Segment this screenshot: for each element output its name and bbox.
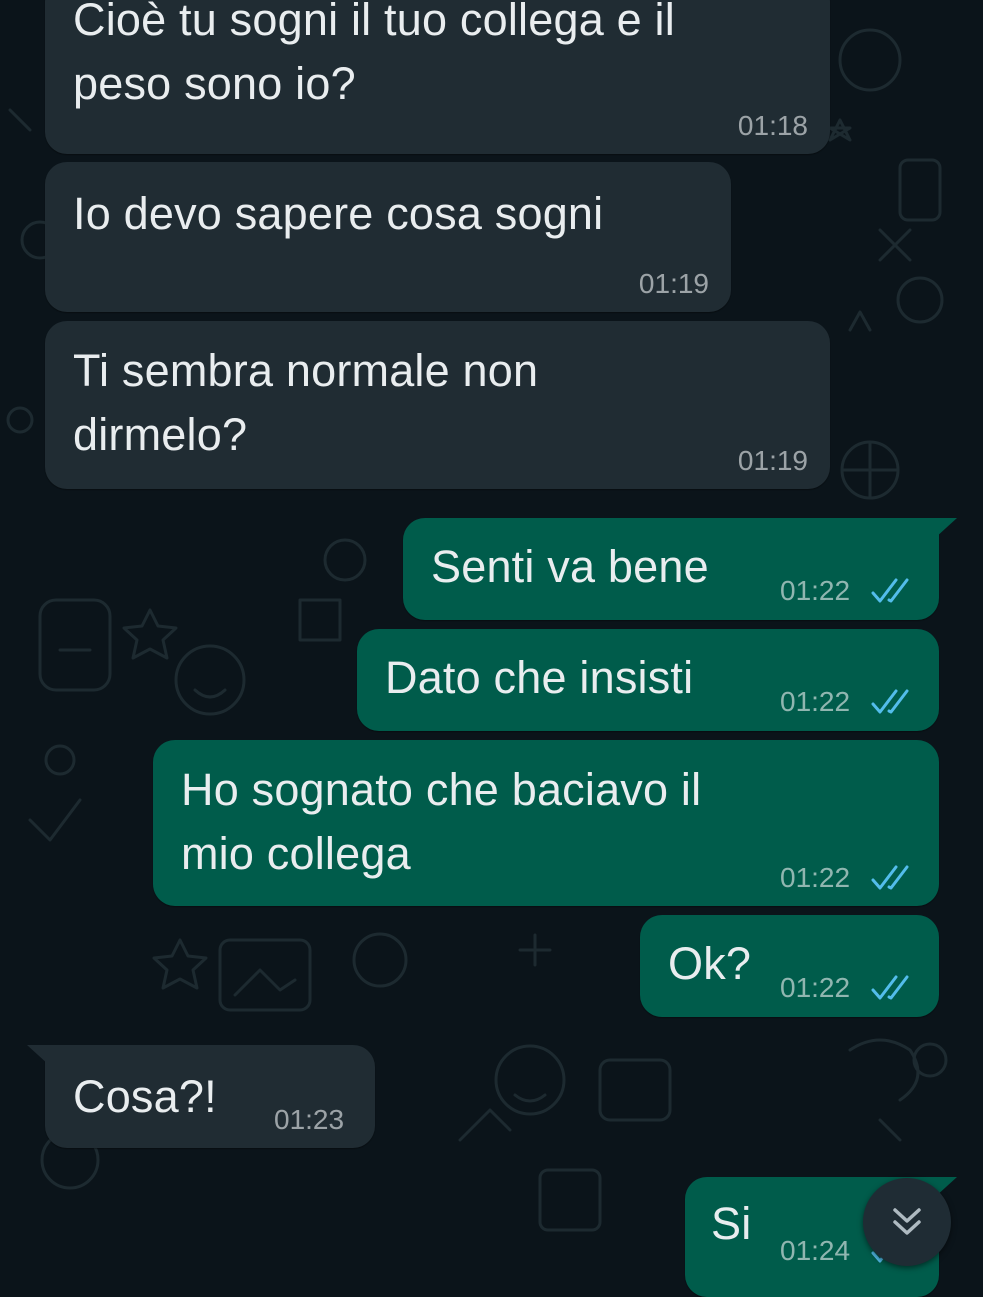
- message-text: Dato che insisti: [385, 652, 694, 703]
- read-receipt-icon: [871, 689, 909, 714]
- message-text: Cioè tu sogni il tuo collega e il: [73, 0, 675, 45]
- message-timestamp: 01:24: [780, 1235, 851, 1266]
- bubble-tail: [935, 518, 957, 538]
- message-timestamp: 01:22: [780, 862, 851, 893]
- message-text: dirmelo?: [73, 409, 248, 460]
- bubble-tail: [27, 1045, 49, 1065]
- message-bubble-outgoing[interactable]: Senti va bene 01:22: [403, 518, 957, 620]
- message-text: peso sono io?: [73, 58, 356, 109]
- message-timestamp: 01:22: [780, 686, 851, 717]
- message-bubble-outgoing[interactable]: Ok? 01:22: [640, 915, 939, 1017]
- message-text: Io devo sapere cosa sogni: [73, 188, 604, 239]
- message-text: Cosa?!: [73, 1071, 217, 1122]
- message-timestamp: 01:19: [638, 268, 709, 299]
- message-text: Ti sembra normale non: [73, 345, 539, 396]
- message-timestamp: 01:19: [737, 445, 808, 476]
- message-text: Ho sognato che baciavo il: [181, 764, 702, 815]
- message-text: mio collega: [181, 828, 411, 879]
- read-receipt-icon: [871, 975, 909, 1000]
- message-timestamp: 01:22: [780, 575, 851, 606]
- message-bubble-incoming[interactable]: Cioè tu sogni il tuo collega e il peso s…: [45, 0, 830, 154]
- message-timestamp: 01:18: [737, 110, 808, 141]
- message-bubble-incoming[interactable]: Cosa?! 01:23: [27, 1045, 375, 1148]
- read-receipt-icon: [871, 865, 909, 890]
- message-timestamp: 01:22: [780, 972, 851, 1003]
- read-receipt-icon: [871, 578, 909, 603]
- scroll-to-bottom-button[interactable]: [863, 1178, 951, 1266]
- message-timestamp: 01:23: [274, 1104, 345, 1135]
- message-text: Ok?: [668, 938, 752, 989]
- message-bubble-incoming[interactable]: Io devo sapere cosa sogni 01:19: [45, 162, 731, 312]
- message-text: Si: [711, 1198, 752, 1249]
- message-bubble-outgoing[interactable]: Dato che insisti 01:22: [357, 629, 939, 731]
- message-bubble-outgoing[interactable]: Ho sognato che baciavo il mio collega 01…: [153, 740, 939, 906]
- message-text: Senti va bene: [431, 541, 709, 592]
- double-chevron-down-icon: [893, 1208, 921, 1235]
- message-bubble-incoming[interactable]: Ti sembra normale non dirmelo? 01:19: [45, 321, 830, 489]
